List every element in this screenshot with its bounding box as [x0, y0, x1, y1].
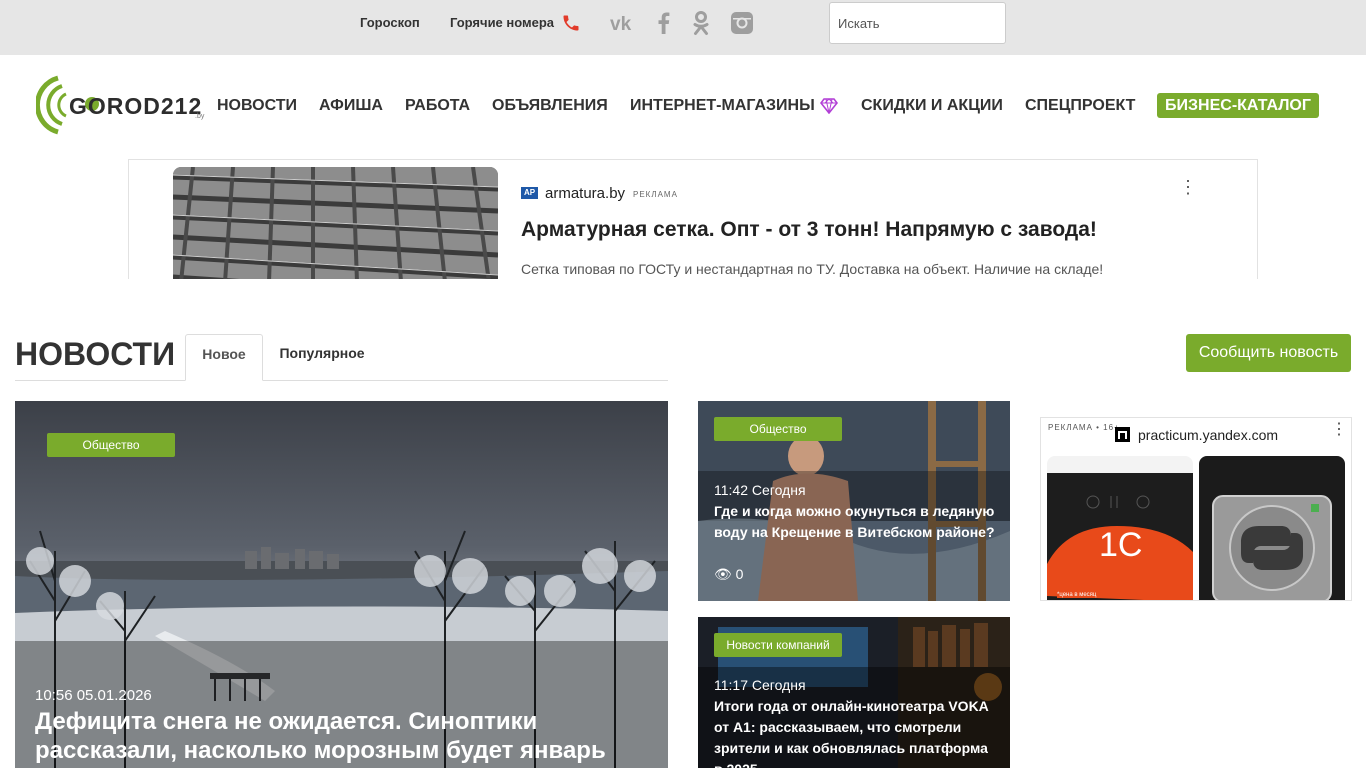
- ad-domain[interactable]: armatura.by: [545, 185, 625, 202]
- ad-banner[interactable]: AP armatura.by РЕКЛАМА ⋮ Арматурная сетк…: [128, 159, 1258, 279]
- ad-domain[interactable]: practicum.yandex.com: [1138, 427, 1278, 443]
- ad-image[interactable]: [173, 167, 498, 279]
- phone-icon[interactable]: [561, 13, 581, 33]
- news-card[interactable]: Общество 11:42 Сегодня Где и когда можно…: [698, 401, 1010, 601]
- nav-afisha[interactable]: АФИША: [319, 97, 383, 115]
- news-time: 11:42 Сегодня: [714, 482, 806, 498]
- logo-text: GOROD212: [69, 93, 203, 119]
- news-headline[interactable]: Итоги года от онлайн-кинотеатра VOKA от …: [714, 696, 999, 768]
- ad-tile-1c[interactable]: 1С *цена в месяц: [1047, 456, 1193, 600]
- category-badge[interactable]: Общество: [714, 417, 842, 441]
- facebook-icon[interactable]: [650, 9, 678, 37]
- python-icon: [1212, 495, 1332, 600]
- search-input[interactable]: [829, 2, 1006, 44]
- news-time: 10:56 05.01.2026: [35, 687, 152, 704]
- nav-discounts[interactable]: СКИДКИ И АКЦИИ: [861, 97, 1003, 115]
- ad-tile-note: *цена в месяц: [1057, 592, 1097, 598]
- svg-text:vk: vk: [610, 14, 632, 35]
- ad-label: РЕКЛАМА: [633, 190, 678, 199]
- ad-tile-1c-text: 1С: [1099, 526, 1143, 564]
- nav-jobs[interactable]: РАБОТА: [405, 97, 470, 115]
- practicum-logo: [1115, 427, 1130, 442]
- nav-news[interactable]: НОВОСТИ: [217, 97, 297, 115]
- logo-suffix: .by: [195, 113, 205, 120]
- top-bar: Гороскоп Горячие номера vk: [0, 0, 1366, 55]
- ad-tile-python[interactable]: [1199, 456, 1345, 600]
- ad-label: РЕКЛАМА • 16+: [1048, 423, 1120, 432]
- views-count: 0: [735, 566, 744, 582]
- news-section-title: НОВОСТИ: [15, 336, 176, 372]
- side-ad[interactable]: РЕКЛАМА • 16+ practicum.yandex.com ⋮ 1С …: [1040, 417, 1352, 601]
- tab-popular[interactable]: Популярное: [270, 334, 374, 381]
- views-counter: 👁 0: [714, 566, 743, 583]
- diamond-icon: [820, 98, 838, 114]
- vk-icon[interactable]: vk: [609, 9, 637, 37]
- odnoklassniki-icon[interactable]: [687, 9, 715, 37]
- report-news-button[interactable]: Сообщить новость: [1186, 334, 1351, 372]
- ad-title[interactable]: Арматурная сетка. Опт - от 3 тонн! Напря…: [521, 218, 1097, 242]
- news-time: 11:17 Сегодня: [714, 677, 806, 693]
- eye-icon: 👁: [714, 566, 732, 582]
- hotlines-link[interactable]: Горячие номера: [450, 15, 554, 30]
- nav-classifieds[interactable]: ОБЪЯВЛЕНИЯ: [492, 97, 608, 115]
- main-news-card[interactable]: Общество 10:56 05.01.2026 Дефицита снега…: [15, 401, 668, 768]
- news-headline[interactable]: Где и когда можно окунуться в ледяную во…: [714, 501, 999, 543]
- ad-brand-logo: AP: [521, 187, 538, 199]
- nav-online-shops[interactable]: ИНТЕРНЕТ-МАГАЗИНЫ: [630, 97, 815, 115]
- ad-description[interactable]: Сетка типовая по ГОСТу и нестандартная п…: [521, 261, 1103, 277]
- category-badge[interactable]: Общество: [47, 433, 175, 457]
- category-badge[interactable]: Новости компаний: [714, 633, 842, 657]
- news-card[interactable]: Новости компаний 11:17 Сегодня Итоги год…: [698, 617, 1010, 768]
- ad-menu-icon[interactable]: ⋮: [1179, 178, 1197, 196]
- instagram-icon[interactable]: [728, 9, 756, 37]
- nav-special-project[interactable]: СПЕЦПРОЕКТ: [1025, 97, 1135, 115]
- business-catalog-button[interactable]: БИЗНЕС-КАТАЛОГ: [1157, 93, 1319, 118]
- news-headline[interactable]: Дефицита снега не ожидается. Синоптики р…: [35, 707, 645, 765]
- tab-new[interactable]: Новое: [185, 334, 263, 381]
- horoscope-link[interactable]: Гороскоп: [360, 15, 420, 30]
- ad-menu-icon[interactable]: ⋮: [1331, 422, 1347, 438]
